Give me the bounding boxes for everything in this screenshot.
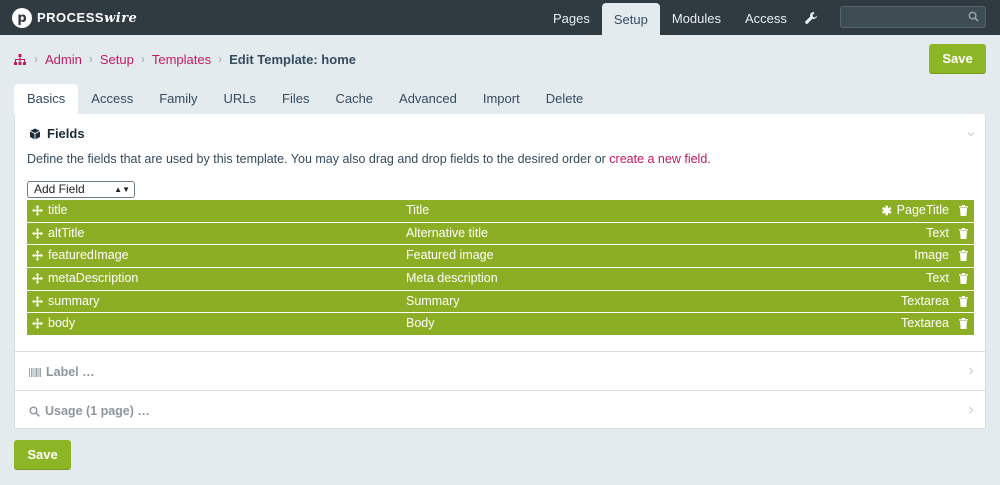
main-nav: Pages Setup Modules Access	[541, 0, 799, 35]
field-type: Image	[914, 248, 949, 263]
field-name: title	[48, 203, 68, 217]
search-box[interactable]	[840, 6, 986, 28]
processwire-logo[interactable]: p PROCESSwire	[12, 7, 137, 29]
move-icon[interactable]	[32, 318, 43, 330]
trash-icon[interactable]	[959, 273, 968, 285]
usage-section-header[interactable]: Usage (1 page) …	[29, 404, 150, 418]
field-row-alttitle[interactable]: altTitle Alternative title Text	[27, 222, 974, 245]
field-type: Text	[926, 271, 949, 286]
barcode-icon	[29, 367, 41, 377]
usage-section[interactable]: Usage (1 page) …	[15, 391, 985, 429]
chevron-down-icon[interactable]	[967, 130, 975, 138]
field-name: altTitle	[48, 225, 85, 240]
field-type: Text	[926, 225, 949, 240]
move-icon[interactable]	[32, 205, 43, 216]
breadcrumb-separator: ›	[34, 52, 38, 66]
field-row-body[interactable]: body Body Textarea	[27, 313, 974, 335]
fields-description: Define the fields that are used by this …	[27, 152, 711, 166]
move-icon[interactable]	[32, 295, 43, 307]
breadcrumb: › Admin › Setup › Templates › Edit Templ…	[14, 51, 356, 67]
logo-icon: p	[12, 8, 32, 28]
trash-icon[interactable]	[959, 205, 968, 216]
fields-description-text: Define the fields that are used by this …	[27, 152, 610, 166]
field-label: Title	[406, 203, 430, 217]
breadcrumb-setup[interactable]: Setup	[100, 52, 134, 67]
trash-icon[interactable]	[959, 318, 968, 330]
add-field-select[interactable]: Add Field ▲▼	[27, 181, 135, 198]
label-section-header[interactable]: Label …	[29, 365, 95, 379]
field-label: Meta description	[406, 271, 498, 286]
save-button-bottom[interactable]: Save	[14, 440, 71, 470]
tab-advanced[interactable]: Advanced	[386, 84, 470, 114]
breadcrumb-templates[interactable]: Templates	[152, 52, 211, 67]
cube-icon	[29, 128, 41, 139]
tab-panel: Fields Define the fields that are used b…	[14, 114, 986, 429]
search-icon[interactable]	[968, 11, 979, 22]
field-name: body	[48, 316, 76, 331]
tab-cache[interactable]: Cache	[322, 84, 386, 114]
trash-icon[interactable]	[959, 227, 968, 239]
chevron-right-icon[interactable]	[967, 406, 975, 414]
move-icon[interactable]	[32, 250, 43, 262]
fields-section-header[interactable]: Fields	[29, 126, 85, 141]
tab-delete[interactable]: Delete	[533, 84, 597, 114]
create-field-link[interactable]: create a new field	[609, 152, 707, 166]
sitemap-icon[interactable]	[14, 53, 26, 65]
field-type: Textarea	[901, 316, 949, 331]
nav-access[interactable]: Access	[733, 0, 799, 35]
tab-import[interactable]: Import	[470, 84, 533, 114]
trash-icon[interactable]	[959, 295, 968, 307]
fields-section-title: Fields	[47, 126, 85, 141]
label-section-title: Label …	[46, 365, 95, 379]
field-name: featuredImage	[48, 248, 129, 263]
nav-setup[interactable]: Setup	[601, 3, 660, 35]
description-period: .	[707, 152, 711, 166]
select-arrows-icon: ▲▼	[114, 185, 130, 194]
fields-section: Fields Define the fields that are used b…	[15, 114, 985, 352]
field-type: PageTitle	[896, 203, 949, 217]
move-icon[interactable]	[32, 273, 43, 285]
save-button-top[interactable]: Save	[929, 44, 986, 74]
field-row-title[interactable]: title Title ✱ PageTitle	[27, 200, 974, 222]
breadcrumb-admin[interactable]: Admin	[45, 52, 82, 67]
usage-section-title: Usage (1 page) …	[45, 404, 150, 418]
field-label: Summary	[406, 293, 460, 308]
field-row-metadescription[interactable]: metaDescription Meta description Text	[27, 268, 974, 290]
field-label: Body	[406, 316, 435, 331]
top-bar: p PROCESSwire Pages Setup Modules Access	[0, 0, 1000, 35]
trash-icon[interactable]	[959, 250, 968, 262]
search-icon	[29, 406, 40, 417]
nav-pages[interactable]: Pages	[541, 0, 602, 35]
logo-text: PROCESSwire	[37, 10, 138, 26]
breadcrumb-separator: ›	[140, 52, 145, 66]
search-input[interactable]	[845, 9, 965, 25]
move-icon[interactable]	[32, 227, 43, 239]
field-name: metaDescription	[48, 271, 139, 286]
page-title: Edit Template: home	[229, 51, 356, 67]
asterisk-icon: ✱	[881, 204, 892, 218]
breadcrumb-separator: ›	[218, 52, 223, 66]
field-type: Textarea	[901, 293, 949, 308]
add-field-label: Add Field	[34, 182, 85, 196]
tab-files[interactable]: Files	[269, 84, 322, 114]
nav-modules[interactable]: Modules	[660, 0, 733, 35]
label-section[interactable]: Label …	[15, 352, 985, 391]
tab-access[interactable]: Access	[78, 84, 146, 114]
chevron-right-icon[interactable]	[967, 367, 975, 375]
fields-list: title Title ✱ PageTitle altTitle Alterna…	[27, 200, 974, 336]
breadcrumb-separator: ›	[88, 52, 93, 66]
field-name: summary	[48, 293, 100, 308]
field-row-summary[interactable]: summary Summary Textarea	[27, 290, 974, 313]
tab-urls[interactable]: URLs	[210, 84, 269, 114]
field-label: Featured image	[406, 248, 494, 263]
field-label: Alternative title	[406, 225, 488, 240]
wrench-icon[interactable]	[804, 11, 818, 25]
tab-family[interactable]: Family	[146, 84, 210, 114]
field-row-featuredimage[interactable]: featuredImage Featured image Image	[27, 245, 974, 267]
template-tabs: Basics Access Family URLs Files Cache Ad…	[14, 84, 596, 114]
tab-basics[interactable]: Basics	[14, 84, 79, 114]
